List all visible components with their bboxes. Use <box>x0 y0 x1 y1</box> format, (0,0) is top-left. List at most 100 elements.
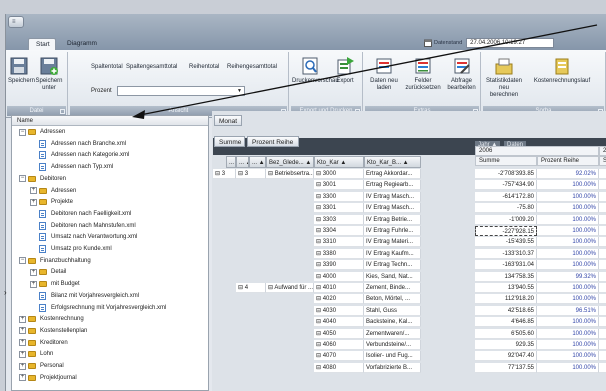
tree-item-report[interactable]: Adressen nach Kategorie.xml <box>30 150 129 160</box>
row-group-cell: ⊟ 4 <box>236 283 266 293</box>
tree-item-folder[interactable]: + Projekte <box>30 197 73 207</box>
expand-icon[interactable]: + <box>19 315 26 323</box>
tree-item-folder[interactable]: + Detail <box>30 267 66 277</box>
chevron-right-icon[interactable]: › <box>4 288 7 297</box>
recalc-statistics-button[interactable]: Statistikdaten neu berechnen <box>484 56 524 99</box>
reload-data-button[interactable]: Daten neu laden <box>366 56 402 92</box>
save-as-button[interactable]: Speichern unter <box>32 56 66 92</box>
expand-icon[interactable]: + <box>30 280 37 288</box>
save-button[interactable]: Speichern <box>8 56 35 85</box>
empty-cell <box>599 328 606 339</box>
reset-fields-icon <box>415 58 431 74</box>
summe-cell: -227'928.15 <box>475 226 537 236</box>
tree-item-folder[interactable]: + Kreditoren <box>19 338 68 348</box>
empty-cell <box>599 203 606 214</box>
row-field-header[interactable]: ... ▲ <box>249 156 266 168</box>
data-field-summe[interactable]: Summe <box>214 136 245 147</box>
expand-icon[interactable]: + <box>30 187 37 194</box>
summe-cell: -614'172.80 <box>475 191 537 202</box>
tree-item-folder[interactable]: + mit Budget <box>30 279 80 289</box>
prozent-cell: 100.00% <box>537 226 599 236</box>
collapse-icon[interactable]: − <box>19 128 26 136</box>
tree-item-report[interactable]: Debitoren nach Faelligkeit.xml <box>30 209 131 219</box>
tree-item-folder[interactable]: − Adressen <box>19 127 65 137</box>
folder-icon <box>28 374 36 381</box>
summe-cell: 134'758.35 <box>475 271 537 282</box>
prozent-cell: 100.00% <box>537 203 599 214</box>
filter-field-monat[interactable]: Monat <box>214 115 242 126</box>
tree-item-label: Detail <box>51 269 67 276</box>
tree-item-folder[interactable]: + Projektjournal <box>19 373 77 383</box>
data-field-prozent-reihe[interactable]: Prozent Reihe <box>247 136 299 147</box>
prozent-cell: 100.00% <box>537 237 599 248</box>
tree-item-folder[interactable]: + Adressen <box>30 186 76 196</box>
summe-cell: 4'646.85 <box>475 317 537 328</box>
tree-item-label: Personal <box>40 363 64 369</box>
expand-icon[interactable]: + <box>30 268 37 276</box>
summe-cell: 6'505.60 <box>475 328 537 339</box>
export-button[interactable]: Export <box>330 56 360 85</box>
empty-cell <box>599 226 606 236</box>
tree-item-report[interactable]: Debitoren nach Mahnstufen.xml <box>30 221 136 231</box>
prozent-cell: 100.00% <box>537 214 599 225</box>
collapse-icon[interactable]: − <box>19 257 26 265</box>
tree-item-folder[interactable]: − Debitoren <box>19 174 66 184</box>
account-cell: ⊟ 4040 <box>314 317 364 328</box>
tree-item-folder[interactable]: − Finanzbuchhaltung <box>19 256 91 266</box>
summe-cell: 13'940.55 <box>475 283 537 293</box>
expand-icon[interactable]: + <box>19 350 26 358</box>
reset-fields-button[interactable]: Felder zurücksetzen <box>404 56 442 92</box>
folder-icon <box>39 281 47 288</box>
expand-icon[interactable]: + <box>19 327 26 335</box>
summe-cell: 929.35 <box>475 340 537 350</box>
row-field-header[interactable]: Bez_Glede... ▲ <box>266 156 314 168</box>
account-cell: ⊟ 4080 <box>314 362 364 373</box>
cost-accounting-icon <box>555 58 569 75</box>
row-field-header[interactable]: Kto_Kar_B... ▲ <box>364 156 421 168</box>
summe-cell: -163'931.04 <box>475 260 537 271</box>
datei-launcher-icon[interactable] <box>60 109 65 114</box>
spaltentotal-button[interactable]: Spaltentotal <box>91 64 123 70</box>
account-cell: ⊟ 4010 <box>314 283 364 293</box>
expand-icon[interactable]: + <box>30 198 37 206</box>
spaltengesamttotal-button[interactable]: Spaltengesamttotal <box>126 64 177 70</box>
expand-icon[interactable]: + <box>19 339 26 347</box>
empty-cell <box>599 362 606 373</box>
pivot-grid: Monat Summe Prozent Reihe Jahr ▲ Daten 2… <box>212 111 606 391</box>
app-menu-button[interactable]: ≡ <box>8 16 24 28</box>
expand-icon[interactable]: + <box>19 374 26 382</box>
tab-diagramm[interactable]: Diagramm <box>60 38 104 50</box>
empty-cell <box>599 351 606 362</box>
folder-icon <box>28 351 36 358</box>
tree-item-report[interactable]: Adressen nach Typ.xml <box>30 162 113 172</box>
tree-item-report[interactable]: Adressen nach Branche.xml <box>30 139 126 149</box>
tree-item-folder[interactable]: + Kostenstellenplan <box>19 326 87 336</box>
tree-item-folder[interactable]: + Kostenrechnung <box>19 314 84 324</box>
row-field-header[interactable]: ... ▲ <box>226 156 236 168</box>
collapse-icon[interactable]: − <box>19 175 26 183</box>
summe-cell: -757'434.90 <box>475 180 537 191</box>
tree-item-report[interactable]: Umsatz nach Verantwortung.xml <box>30 232 137 242</box>
xml-file-icon <box>39 209 46 218</box>
cost-accounting-run-button[interactable]: Kostenrechnungslauf <box>528 56 596 85</box>
account-cell: ⊟ 4060 <box>314 340 364 350</box>
prozent-select[interactable]: ▼ <box>117 86 245 96</box>
row-field-header[interactable]: Kto_Kar ▲ <box>314 156 364 168</box>
tree-item-report[interactable]: Bilanz mit Vorjahresvergleich.xml <box>30 291 139 301</box>
reihengesamttotal-button[interactable]: Reihengesamttotal <box>227 64 277 70</box>
xml-file-icon <box>39 139 46 148</box>
tree-item-report[interactable]: Umsatz pro Kunde.xml <box>30 244 112 254</box>
tree-item-report[interactable]: Erfolgsrechnung mit Vorjahresvergleich.x… <box>30 303 166 313</box>
account-name-cell: IV Ertrag Betrie... <box>364 214 421 225</box>
expand-icon[interactable]: + <box>19 362 26 370</box>
account-cell: ⊟ 3303 <box>314 214 364 225</box>
edit-query-button[interactable]: Abfrage bearbeiten <box>444 56 479 92</box>
timestamp-box: Datenstand 27.04.2006 10:19:27 <box>424 37 555 48</box>
row-field-header[interactable]: ... ▲ <box>236 156 249 168</box>
account-name-cell: IV Ertrag Materi... <box>364 237 421 248</box>
tree-item-folder[interactable]: + Lohn <box>19 349 53 359</box>
print-preview-button[interactable]: Druckenvorschau <box>292 56 339 85</box>
xml-file-icon <box>39 221 46 230</box>
tree-item-folder[interactable]: + Personal <box>19 361 64 371</box>
reihentotal-button[interactable]: Reihentotal <box>189 64 219 70</box>
